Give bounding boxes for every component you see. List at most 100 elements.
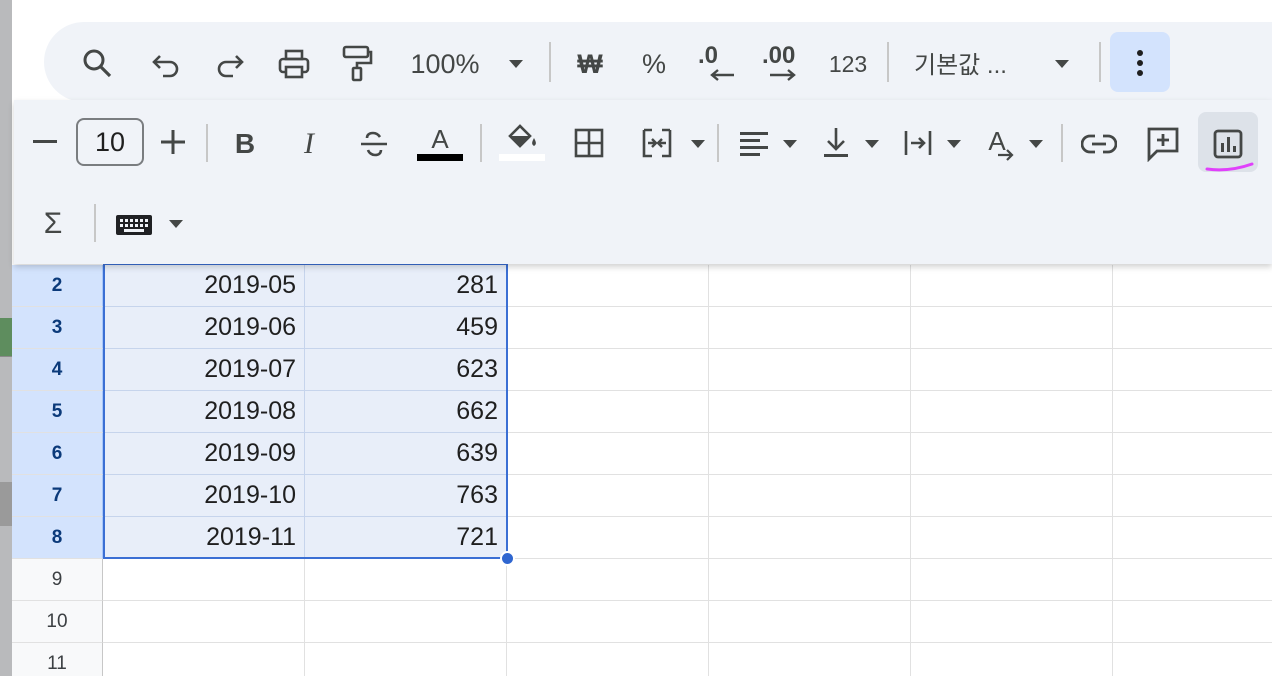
empty-cell[interactable] bbox=[911, 475, 1113, 517]
date-cell[interactable]: 2019-06 bbox=[103, 307, 305, 349]
empty-cell[interactable] bbox=[911, 349, 1113, 391]
date-cell[interactable]: 2019-09 bbox=[103, 433, 305, 475]
empty-cell[interactable] bbox=[1113, 559, 1272, 601]
value-cell[interactable]: 721 bbox=[305, 517, 507, 559]
value-cell[interactable]: 623 bbox=[305, 349, 507, 391]
empty-cell[interactable] bbox=[911, 391, 1113, 433]
chevron-down-icon[interactable] bbox=[780, 138, 800, 150]
empty-cell[interactable] bbox=[911, 307, 1113, 349]
insert-link-icon[interactable] bbox=[1080, 126, 1118, 162]
merge-cells-icon[interactable] bbox=[638, 124, 676, 162]
redo-icon[interactable] bbox=[214, 48, 246, 80]
empty-cell[interactable] bbox=[1113, 307, 1272, 349]
value-cell[interactable]: 639 bbox=[305, 433, 507, 475]
row-header[interactable]: 3 bbox=[12, 307, 103, 349]
row-header[interactable]: 10 bbox=[12, 601, 103, 643]
empty-cell[interactable] bbox=[103, 559, 305, 601]
empty-cell[interactable] bbox=[305, 559, 507, 601]
chevron-down-icon[interactable] bbox=[166, 218, 186, 230]
empty-cell[interactable] bbox=[911, 643, 1113, 676]
date-cell[interactable]: 2019-08 bbox=[103, 391, 305, 433]
chevron-down-icon[interactable] bbox=[1052, 58, 1072, 70]
text-rotation-button[interactable]: A bbox=[980, 120, 1024, 162]
empty-cell[interactable] bbox=[1113, 433, 1272, 475]
empty-cell[interactable] bbox=[709, 433, 911, 475]
text-wrap-icon[interactable] bbox=[900, 124, 936, 162]
row-header[interactable]: 11 bbox=[12, 643, 103, 676]
empty-cell[interactable] bbox=[507, 307, 709, 349]
empty-cell[interactable] bbox=[507, 433, 709, 475]
chevron-down-icon[interactable] bbox=[862, 138, 882, 150]
empty-cell[interactable] bbox=[1113, 517, 1272, 559]
date-cell[interactable]: 2019-10 bbox=[103, 475, 305, 517]
empty-cell[interactable] bbox=[507, 643, 709, 676]
currency-format-button[interactable]: ₩ bbox=[572, 44, 608, 84]
zoom-level[interactable]: 100% bbox=[402, 44, 488, 84]
keyboard-icon[interactable] bbox=[114, 210, 154, 240]
empty-cell[interactable] bbox=[1113, 643, 1272, 676]
value-cell[interactable]: 662 bbox=[305, 391, 507, 433]
percent-format-button[interactable]: % bbox=[636, 44, 672, 84]
undo-icon[interactable] bbox=[150, 48, 182, 80]
empty-cell[interactable] bbox=[911, 517, 1113, 559]
empty-cell[interactable] bbox=[507, 391, 709, 433]
fill-color-button[interactable] bbox=[498, 118, 546, 164]
value-cell[interactable]: 459 bbox=[305, 307, 507, 349]
strikethrough-icon[interactable] bbox=[356, 126, 392, 162]
insert-comment-icon[interactable] bbox=[1144, 124, 1182, 164]
empty-cell[interactable] bbox=[507, 559, 709, 601]
empty-cell[interactable] bbox=[507, 349, 709, 391]
empty-cell[interactable] bbox=[305, 601, 507, 643]
empty-cell[interactable] bbox=[709, 475, 911, 517]
number-format-button[interactable]: 123 bbox=[824, 44, 872, 84]
increase-decimal-button[interactable]: .00 bbox=[762, 42, 808, 84]
fill-handle[interactable] bbox=[500, 551, 515, 566]
chevron-down-icon[interactable] bbox=[688, 138, 708, 150]
date-cell[interactable]: 2019-11 bbox=[103, 517, 305, 559]
empty-cell[interactable] bbox=[1113, 391, 1272, 433]
empty-cell[interactable] bbox=[1113, 601, 1272, 643]
font-size-input[interactable]: 10 bbox=[76, 118, 144, 166]
empty-cell[interactable] bbox=[1113, 349, 1272, 391]
more-vert-icon[interactable] bbox=[1128, 46, 1152, 80]
date-cell[interactable]: 2019-07 bbox=[103, 349, 305, 391]
empty-cell[interactable] bbox=[911, 601, 1113, 643]
empty-cell[interactable] bbox=[709, 643, 911, 676]
functions-button[interactable]: Σ bbox=[36, 206, 70, 242]
empty-cell[interactable] bbox=[1113, 475, 1272, 517]
increase-font-size-button[interactable] bbox=[160, 128, 186, 156]
empty-cell[interactable] bbox=[305, 643, 507, 676]
italic-button[interactable]: I bbox=[292, 124, 326, 164]
empty-cell[interactable] bbox=[709, 559, 911, 601]
bold-button[interactable]: B bbox=[228, 124, 262, 164]
borders-icon[interactable] bbox=[572, 126, 606, 160]
empty-cell[interactable] bbox=[911, 433, 1113, 475]
align-left-icon[interactable] bbox=[736, 126, 772, 162]
empty-cell[interactable] bbox=[507, 265, 709, 307]
empty-cell[interactable] bbox=[911, 559, 1113, 601]
chevron-down-icon[interactable] bbox=[1026, 138, 1046, 150]
empty-cell[interactable] bbox=[1113, 265, 1272, 307]
empty-cell[interactable] bbox=[709, 601, 911, 643]
empty-cell[interactable] bbox=[507, 475, 709, 517]
insert-chart-icon[interactable] bbox=[1210, 126, 1246, 162]
empty-cell[interactable] bbox=[709, 307, 911, 349]
decrease-decimal-button[interactable]: .0 bbox=[698, 42, 740, 84]
chevron-down-icon[interactable] bbox=[506, 58, 526, 70]
font-family-select[interactable]: 기본값 ... bbox=[914, 42, 1030, 82]
print-icon[interactable] bbox=[276, 46, 312, 82]
row-header[interactable]: 8 bbox=[12, 517, 103, 559]
empty-cell[interactable] bbox=[709, 517, 911, 559]
empty-cell[interactable] bbox=[709, 265, 911, 307]
row-header[interactable]: 7 bbox=[12, 475, 103, 517]
date-cell[interactable]: 2019-05 bbox=[103, 265, 305, 307]
empty-cell[interactable] bbox=[103, 643, 305, 676]
empty-cell[interactable] bbox=[709, 349, 911, 391]
empty-cell[interactable] bbox=[103, 601, 305, 643]
paint-format-icon[interactable] bbox=[340, 44, 374, 82]
empty-cell[interactable] bbox=[507, 601, 709, 643]
value-cell[interactable]: 763 bbox=[305, 475, 507, 517]
row-header[interactable]: 9 bbox=[12, 559, 103, 601]
row-header[interactable]: 6 bbox=[12, 433, 103, 475]
row-header[interactable]: 4 bbox=[12, 349, 103, 391]
